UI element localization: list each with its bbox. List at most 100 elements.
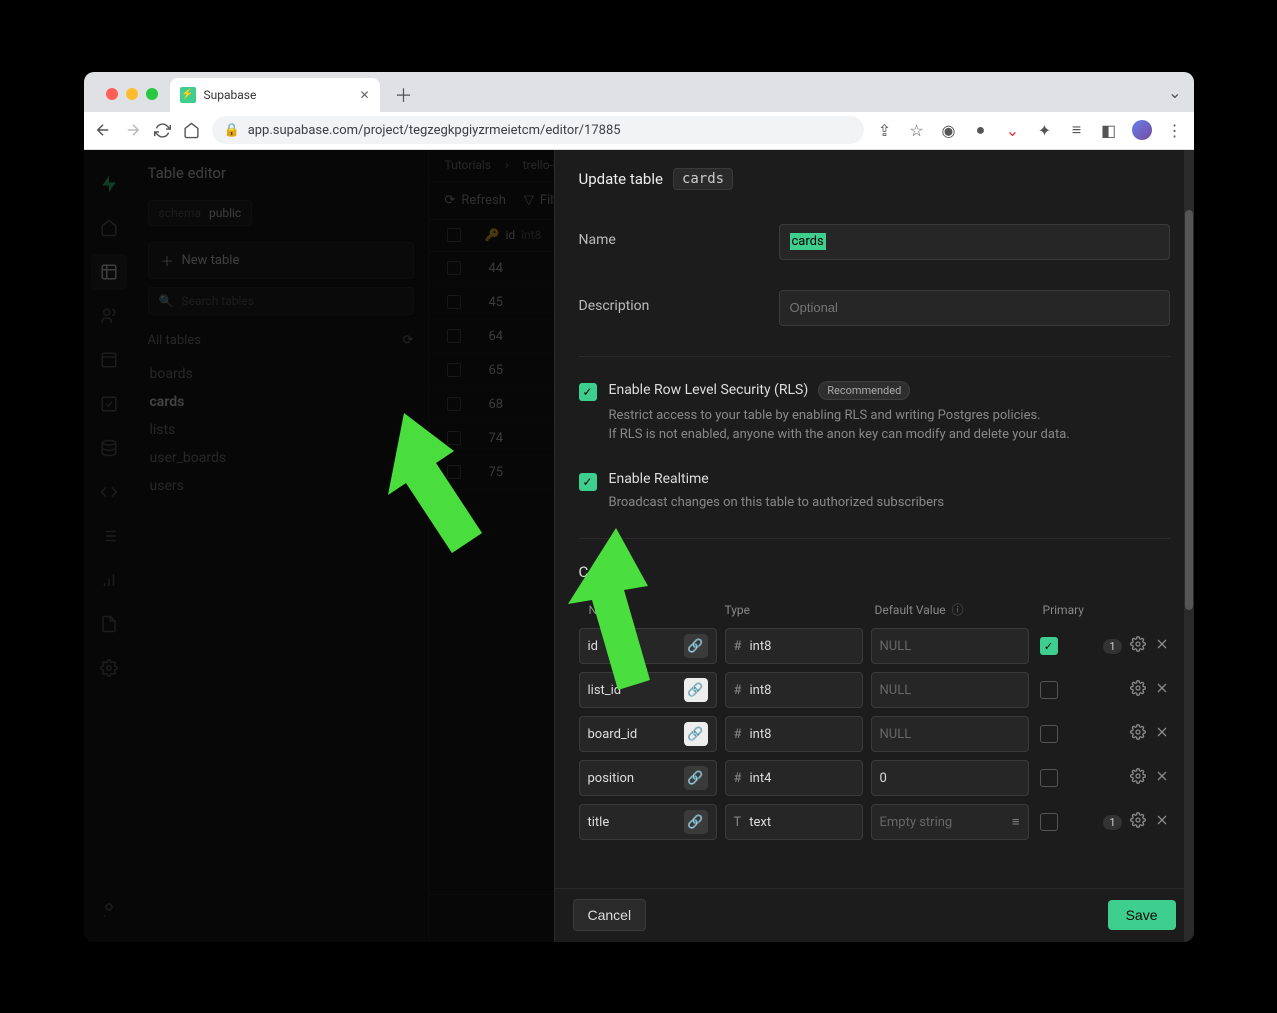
close-window-button[interactable] <box>106 88 118 100</box>
remove-column-icon[interactable] <box>1154 724 1170 744</box>
menu-icon[interactable]: ⋮ <box>1166 121 1184 139</box>
extension-icon-1[interactable]: ◉ <box>940 121 958 139</box>
row-checkbox[interactable] <box>447 363 461 377</box>
back-button[interactable] <box>94 121 112 139</box>
storage-nav-icon[interactable] <box>91 342 127 378</box>
address-bar[interactable]: 🔒 app.supabase.com/project/tegzegkpgiyzr… <box>212 116 864 144</box>
primary-key-checkbox[interactable] <box>1040 769 1058 787</box>
scrollbar-thumb[interactable] <box>1185 210 1193 610</box>
new-tab-button[interactable]: ＋ <box>390 81 418 109</box>
auth-nav-icon[interactable] <box>91 298 127 334</box>
column-default-input[interactable]: NULL <box>871 716 1029 752</box>
remove-column-icon[interactable] <box>1154 680 1170 700</box>
table-list-item-lists[interactable]: lists <box>148 416 414 444</box>
edge-functions-nav-icon[interactable] <box>91 386 127 422</box>
column-name-input[interactable]: board_id🔗 <box>579 716 717 752</box>
side-panel-icon[interactable]: ◧ <box>1100 121 1118 139</box>
table-nav-icon[interactable] <box>91 254 127 290</box>
filter-icon: ▽ <box>524 193 534 208</box>
nav-rail <box>84 150 134 942</box>
link-icon[interactable]: 🔗 <box>684 810 708 834</box>
user-nav-icon[interactable] <box>91 892 127 928</box>
column-default-input[interactable]: Empty string≡ <box>871 804 1029 840</box>
supabase-logo-icon[interactable] <box>91 166 127 202</box>
reload-button[interactable] <box>154 122 171 139</box>
column-default-input[interactable]: NULL <box>871 672 1029 708</box>
link-icon[interactable]: 🔗 <box>684 766 708 790</box>
docs-nav-icon[interactable] <box>91 606 127 642</box>
gear-icon[interactable] <box>1130 724 1146 744</box>
browser-tab[interactable]: ⚡ Supabase ✕ <box>170 78 380 112</box>
realtime-checkbox[interactable]: ✓ <box>579 473 597 491</box>
help-icon[interactable]: ⓘ <box>952 601 964 618</box>
chevron-down-icon[interactable]: ⌄ <box>1168 83 1181 102</box>
remove-column-icon[interactable] <box>1154 768 1170 788</box>
column-name-input[interactable]: title🔗 <box>579 804 717 840</box>
breadcrumb-project[interactable]: Tutorials <box>445 158 492 172</box>
row-checkbox[interactable] <box>447 397 461 411</box>
schema-selector[interactable]: schema public <box>148 200 253 226</box>
close-tab-icon[interactable]: ✕ <box>359 88 369 102</box>
row-checkbox[interactable] <box>447 329 461 343</box>
column-name-input[interactable]: list_id🔗 <box>579 672 717 708</box>
reading-list-icon[interactable]: ≡ <box>1068 121 1086 139</box>
database-nav-icon[interactable] <box>91 430 127 466</box>
row-checkbox[interactable] <box>447 295 461 309</box>
home-button[interactable] <box>183 122 200 139</box>
link-icon[interactable]: 🔗 <box>684 722 708 746</box>
reports-nav-icon[interactable] <box>91 562 127 598</box>
column-type-select[interactable]: Ttext <box>725 804 863 840</box>
column-type-select[interactable]: #int8 <box>725 716 863 752</box>
settings-nav-icon[interactable] <box>91 650 127 686</box>
refresh-button[interactable]: ⟳ Refresh <box>445 193 506 208</box>
home-nav-icon[interactable] <box>91 210 127 246</box>
share-icon[interactable]: ⇪ <box>876 121 894 139</box>
primary-key-checkbox[interactable]: ✓ <box>1040 637 1058 655</box>
rls-checkbox[interactable]: ✓ <box>579 383 597 401</box>
column-name-input[interactable]: id🔗 <box>579 628 717 664</box>
maximize-window-button[interactable] <box>146 88 158 100</box>
table-list-item-boards[interactable]: boards <box>148 360 414 388</box>
column-type-select[interactable]: #int4 <box>725 760 863 796</box>
column-default-input[interactable]: 0 <box>871 760 1029 796</box>
row-checkbox[interactable] <box>447 465 461 479</box>
gear-icon[interactable] <box>1130 812 1146 832</box>
remove-column-icon[interactable] <box>1154 812 1170 832</box>
primary-key-checkbox[interactable] <box>1040 681 1058 699</box>
row-checkbox[interactable] <box>447 261 461 275</box>
column-name-input[interactable]: position🔗 <box>579 760 717 796</box>
link-icon[interactable]: 🔗 <box>684 634 708 658</box>
table-list-item-users[interactable]: users <box>148 472 414 500</box>
sql-nav-icon[interactable] <box>91 474 127 510</box>
search-tables-input[interactable]: 🔍 Search tables <box>148 287 414 315</box>
profile-avatar[interactable] <box>1132 120 1152 140</box>
column-default-input[interactable]: NULL <box>871 628 1029 664</box>
list-nav-icon[interactable] <box>91 518 127 554</box>
cancel-button[interactable]: Cancel <box>573 899 647 931</box>
new-table-button[interactable]: ＋ New table <box>148 242 414 279</box>
gear-icon[interactable] <box>1130 768 1146 788</box>
minimize-window-button[interactable] <box>126 88 138 100</box>
column-type-select[interactable]: #int8 <box>725 672 863 708</box>
column-type-select[interactable]: #int8 <box>725 628 863 664</box>
primary-key-checkbox[interactable] <box>1040 813 1058 831</box>
star-icon[interactable]: ☆ <box>908 121 926 139</box>
save-button[interactable]: Save <box>1108 900 1176 930</box>
row-checkbox[interactable] <box>447 431 461 445</box>
table-list-item-user_boards[interactable]: user_boards <box>148 444 414 472</box>
table-list-item-cards[interactable]: cards <box>148 388 414 416</box>
gear-icon[interactable] <box>1130 636 1146 656</box>
extension-icon-2[interactable]: ● <box>972 121 990 139</box>
pocket-icon[interactable]: ⌄ <box>1004 121 1022 139</box>
remove-column-icon[interactable] <box>1154 636 1170 656</box>
name-input[interactable]: cards <box>779 224 1170 260</box>
extensions-icon[interactable]: ✦ <box>1036 121 1054 139</box>
drawer-scrollbar[interactable] <box>1184 150 1194 942</box>
gear-icon[interactable] <box>1130 680 1146 700</box>
list-icon[interactable]: ≡ <box>1012 814 1020 830</box>
description-input[interactable] <box>779 290 1170 326</box>
select-all-checkbox[interactable] <box>447 228 461 242</box>
link-icon[interactable]: 🔗 <box>684 678 708 702</box>
refresh-tables-icon[interactable]: ⟳ <box>403 333 414 348</box>
primary-key-checkbox[interactable] <box>1040 725 1058 743</box>
